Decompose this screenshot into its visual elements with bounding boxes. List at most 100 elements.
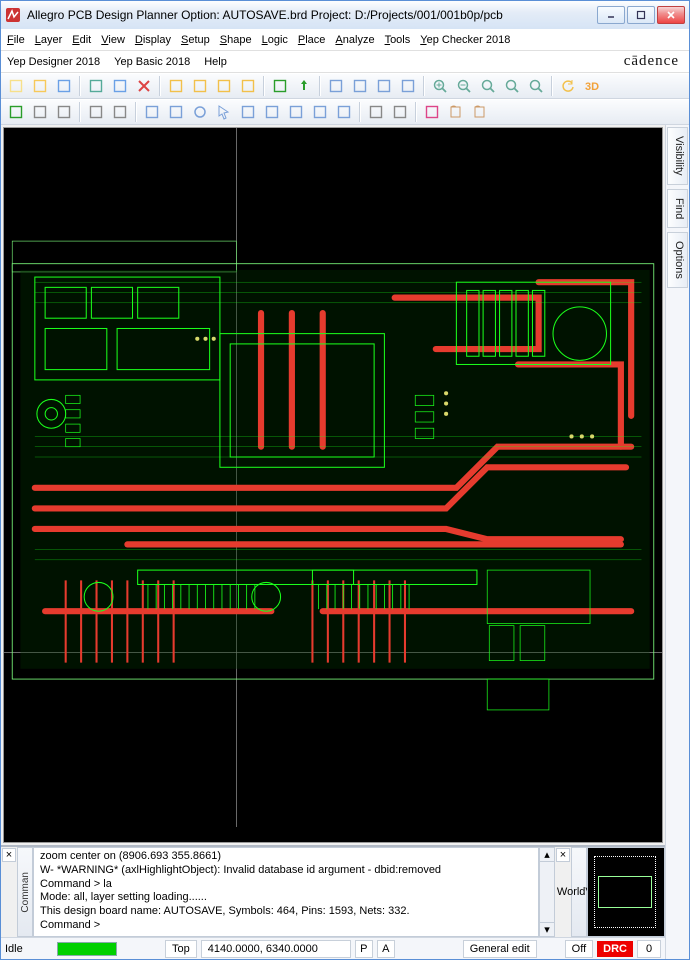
app-window: Allegro PCB Design Planner Option: AUTOS… [0, 0, 690, 960]
menu-tools[interactable]: Tools [385, 34, 411, 46]
app-icon [5, 7, 21, 23]
rotate-ccw-button[interactable] [213, 75, 235, 97]
menu-logic[interactable]: Logic [262, 34, 288, 46]
zoom-prev-button[interactable] [525, 75, 547, 97]
command-scrollbar[interactable]: ▴ ▾ [539, 847, 555, 937]
select-button[interactable] [213, 101, 235, 123]
sidetab-visibility[interactable]: Visibility [667, 127, 688, 185]
zoom-fit-button[interactable] [477, 75, 499, 97]
menubar-row-2: Yep Designer 2018Yep Basic 2018Helpcāden… [1, 51, 689, 73]
undo-icon [168, 78, 184, 94]
shape-rect-button[interactable] [165, 101, 187, 123]
menu-yep-checker-2018[interactable]: Yep Checker 2018 [420, 34, 510, 46]
status-mode[interactable]: General edit [463, 940, 537, 958]
menu-yep-basic-2018[interactable]: Yep Basic 2018 [114, 56, 190, 68]
design-canvas[interactable] [3, 127, 663, 843]
layer-bot-button[interactable] [53, 101, 75, 123]
layer-2-button[interactable] [109, 101, 131, 123]
measure-on-button[interactable] [269, 75, 291, 97]
command-close-button[interactable]: × [2, 848, 16, 862]
layer-all-button[interactable] [5, 101, 27, 123]
status-drc[interactable]: DRC [597, 941, 633, 957]
poly-button[interactable] [333, 101, 355, 123]
refresh-button[interactable] [557, 75, 579, 97]
scroll-down-icon[interactable]: ▾ [540, 922, 554, 936]
titlebar[interactable]: Allegro PCB Design Planner Option: AUTOS… [1, 1, 689, 29]
svg-text:3D: 3D [585, 81, 599, 93]
zoom-in-button[interactable] [429, 75, 451, 97]
redo-button[interactable] [189, 75, 211, 97]
save-view-button[interactable] [261, 101, 283, 123]
menu-help[interactable]: Help [204, 56, 227, 68]
zoom-prev-icon [528, 78, 544, 94]
sidetab-find[interactable]: Find [667, 189, 688, 228]
save-button[interactable] [53, 75, 75, 97]
layer-top-icon [32, 104, 48, 120]
shape-circle-button[interactable] [189, 101, 211, 123]
status-off[interactable]: Off [565, 940, 593, 958]
zoom-window-button[interactable] [501, 75, 523, 97]
layer-1-button[interactable] [85, 101, 107, 123]
worldview-handle[interactable]: WorldVie [571, 847, 587, 937]
rect3-icon [312, 104, 328, 120]
menu-file[interactable]: File [7, 34, 25, 46]
book-icon [448, 104, 464, 120]
command-log[interactable]: zoom center on (8906.693 355.8661)W- *WA… [33, 847, 539, 937]
undo-button[interactable] [165, 75, 187, 97]
command-log-line: Mode: all, layer setting loading...... [40, 891, 532, 905]
menu-yep-designer-2018[interactable]: Yep Designer 2018 [7, 56, 100, 68]
save-view-icon [264, 104, 280, 120]
book-button[interactable] [445, 101, 467, 123]
menu-place[interactable]: Place [298, 34, 326, 46]
scroll-up-icon[interactable]: ▴ [540, 848, 554, 862]
move-xy-button[interactable] [85, 75, 107, 97]
grid-select-button[interactable] [397, 75, 419, 97]
menu-setup[interactable]: Setup [181, 34, 210, 46]
menu-display[interactable]: Display [135, 34, 171, 46]
rect2-icon [288, 104, 304, 120]
command-panel-handle[interactable]: Comman [17, 847, 33, 937]
book2-button[interactable] [469, 101, 491, 123]
grid-1-button[interactable] [325, 75, 347, 97]
grid-3-button[interactable] [373, 75, 395, 97]
dim-angle-icon [392, 104, 408, 120]
delete-button[interactable] [133, 75, 155, 97]
worldview-close-button[interactable]: × [556, 848, 570, 862]
view-3d-button[interactable]: 3D [581, 75, 603, 97]
zoom-fit-icon [480, 78, 496, 94]
zoom-in-icon [432, 78, 448, 94]
rect3-button[interactable] [309, 101, 331, 123]
grid-2-button[interactable] [349, 75, 371, 97]
open-file-button[interactable] [29, 75, 51, 97]
toolbar-separator [79, 76, 81, 96]
close-button[interactable] [657, 6, 685, 24]
rotate-ccw-icon [216, 78, 232, 94]
pin-button[interactable] [293, 75, 315, 97]
snap-button[interactable] [421, 101, 443, 123]
worldview[interactable] [587, 847, 665, 937]
status-layer[interactable]: Top [165, 940, 197, 958]
shape-l-button[interactable] [141, 101, 163, 123]
grid-3-icon [376, 78, 392, 94]
status-p[interactable]: P [355, 940, 373, 958]
status-progress [57, 942, 117, 956]
dim-h-button[interactable] [365, 101, 387, 123]
menu-analyze[interactable]: Analyze [335, 34, 374, 46]
zoom-out-button[interactable] [453, 75, 475, 97]
minimize-button[interactable] [597, 6, 625, 24]
copy-button[interactable] [109, 75, 131, 97]
dim-angle-button[interactable] [389, 101, 411, 123]
menu-shape[interactable]: Shape [220, 34, 252, 46]
rotate-cw-button[interactable] [237, 75, 259, 97]
menu-edit[interactable]: Edit [72, 34, 91, 46]
rect2-button[interactable] [285, 101, 307, 123]
maximize-button[interactable] [627, 6, 655, 24]
menu-view[interactable]: View [101, 34, 125, 46]
new-file-button[interactable] [5, 75, 27, 97]
sidetab-options[interactable]: Options [667, 232, 688, 288]
layer-top-button[interactable] [29, 101, 51, 123]
window-button[interactable] [237, 101, 259, 123]
pin-icon [296, 78, 312, 94]
status-a[interactable]: A [377, 940, 395, 958]
menu-layer[interactable]: Layer [35, 34, 63, 46]
